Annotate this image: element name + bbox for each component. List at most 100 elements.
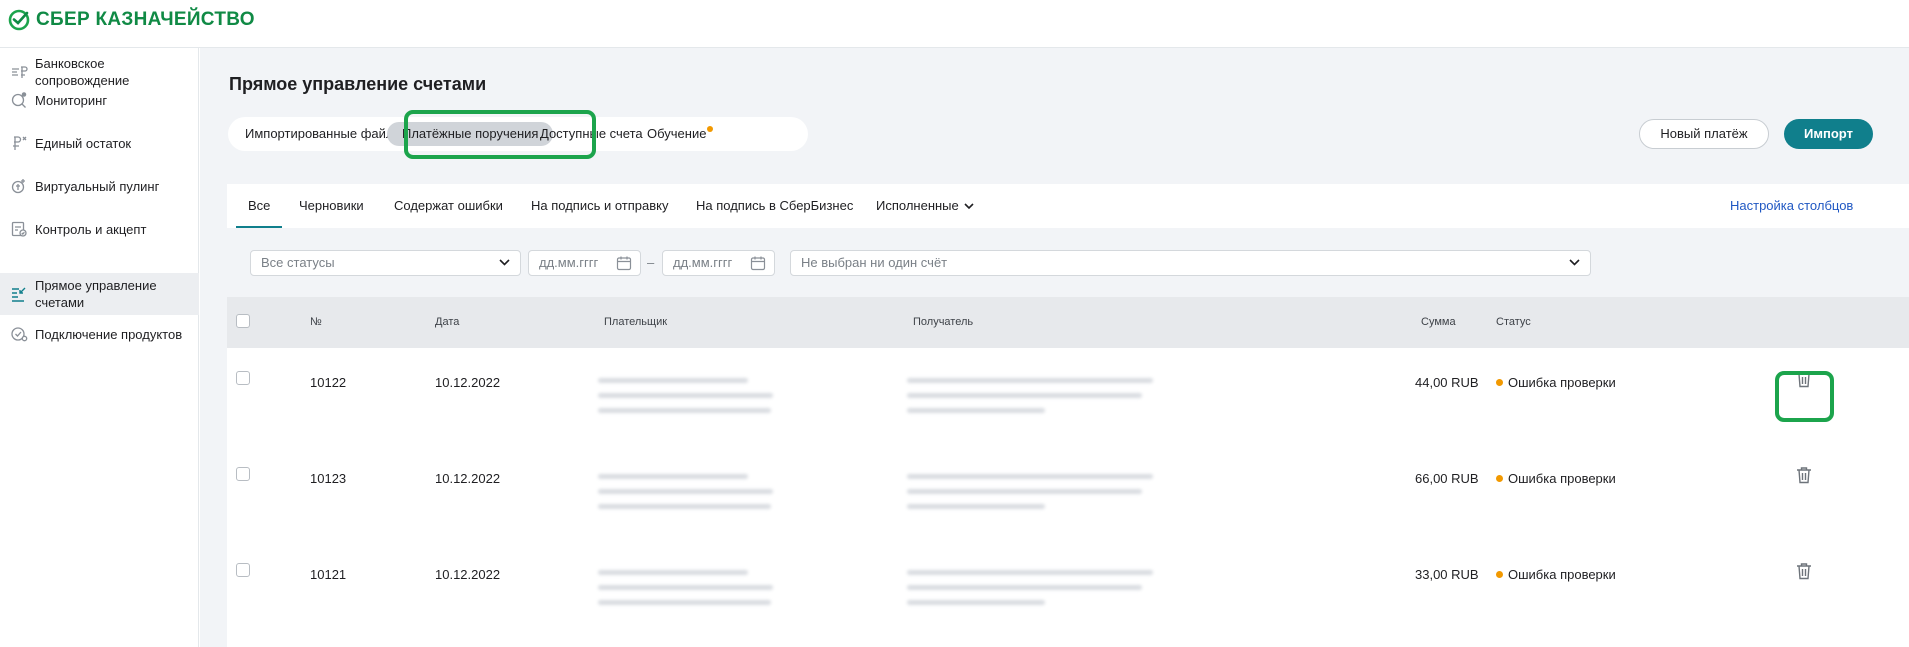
segment-available-accounts[interactable]: Доступные счета	[540, 117, 643, 151]
calendar-icon[interactable]	[750, 255, 766, 271]
status-select-value: Все статусы	[261, 255, 335, 270]
date-from-placeholder: дд.мм.гггг	[539, 255, 599, 270]
select-all-checkbox[interactable]	[236, 314, 250, 328]
sidebar-item-label: Мониторинг	[35, 93, 108, 108]
table-row[interactable]: 10122 10.12.2022 44,00 RUB Ошибка провер…	[227, 348, 1909, 444]
sidebar-item-direct-accounts[interactable]: Прямое управление счетами	[0, 273, 199, 315]
status-dot	[1496, 571, 1503, 578]
filters-bar: Все статусы дд.мм.гггг – дд.мм.гггг Не в…	[227, 228, 1909, 297]
payer-redacted	[598, 393, 773, 398]
tab-executed[interactable]: Исполненные	[876, 184, 974, 228]
sidebar-item-connect-products[interactable]: Подключение продуктов	[0, 324, 199, 344]
trash-icon	[1797, 467, 1811, 484]
row-checkbox[interactable]	[236, 371, 250, 385]
row-amount: 44,00 RUB	[1415, 375, 1479, 390]
tab-sign-sberbusiness[interactable]: На подпись в СберБизнес	[696, 184, 853, 228]
payer-redacted	[598, 489, 773, 494]
notification-dot	[707, 126, 714, 132]
tab-with-errors[interactable]: Содержат ошибки	[394, 184, 503, 228]
chevron-down-icon	[1569, 259, 1580, 266]
sidebar-item-virtual-pooling[interactable]: Виртуальный пулинг	[0, 176, 199, 196]
status-text: Ошибка проверки	[1508, 567, 1616, 582]
status-select[interactable]: Все статусы	[250, 250, 521, 276]
recipient-redacted	[907, 393, 1142, 398]
column-status: Статус	[1496, 316, 1531, 328]
new-payment-button[interactable]: Новый платёж	[1639, 119, 1769, 149]
status-dot	[1496, 475, 1503, 482]
recipient-redacted	[907, 408, 1045, 413]
payer-redacted	[598, 585, 773, 590]
brand-name: СБЕР КАЗНАЧЕЙСТВО	[36, 9, 255, 30]
payer-redacted	[598, 600, 771, 605]
segment-payment-orders[interactable]: Платёжные поручения	[387, 122, 554, 146]
sidebar-item-label: Единый остаток	[35, 136, 132, 151]
payer-redacted	[598, 504, 771, 509]
date-from-input[interactable]: дд.мм.гггг	[528, 250, 641, 276]
row-date: 10.12.2022	[435, 375, 501, 390]
virtual-pooling-icon	[10, 177, 28, 195]
date-to-input[interactable]: дд.мм.гггг	[662, 250, 775, 276]
table-row[interactable]: 10121 10.12.2022 33,00 RUB Ошибка провер…	[227, 540, 1909, 636]
delete-button[interactable]	[1794, 560, 1814, 582]
row-checkbox[interactable]	[236, 563, 250, 577]
tab-to-sign-send[interactable]: На подпись и отправку	[531, 184, 669, 228]
sber-logo[interactable]: СБЕР КАЗНАЧЕЙСТВО	[8, 8, 255, 32]
column-payer: Плательщик	[604, 316, 668, 328]
sidebar: Банковское сопровождение Мониторинг Един…	[0, 48, 199, 647]
monitoring-icon	[10, 91, 28, 109]
tab-all[interactable]: Все	[236, 184, 283, 228]
status-badge: Ошибка проверки	[1496, 567, 1616, 582]
recipient-redacted	[907, 570, 1153, 575]
bank-support-icon	[10, 63, 28, 81]
control-accept-icon	[10, 220, 28, 238]
payments-card: Все Черновики Содержат ошибки На подпись…	[227, 184, 1909, 647]
delete-button[interactable]	[1794, 368, 1814, 390]
delete-button[interactable]	[1794, 464, 1814, 486]
column-amount: Сумма	[1421, 316, 1456, 328]
payer-redacted	[598, 570, 748, 575]
tab-drafts[interactable]: Черновики	[299, 184, 364, 228]
segment-training[interactable]: Обучение	[647, 117, 714, 151]
status-tabs: Все Черновики Содержат ошибки На подпись…	[227, 184, 1909, 228]
row-number: 10121	[310, 567, 347, 582]
payer-redacted	[598, 474, 748, 479]
sidebar-item-label: Контроль и акцепт	[35, 222, 147, 237]
top-bar: СБЕР КАЗНАЧЕЙСТВО	[0, 0, 1909, 48]
row-amount: 66,00 RUB	[1415, 471, 1479, 486]
connect-products-icon	[10, 325, 28, 343]
sidebar-item-single-balance[interactable]: Единый остаток	[0, 133, 199, 153]
account-select-value: Не выбран ни один счёт	[801, 255, 948, 270]
import-button[interactable]: Импорт	[1784, 119, 1873, 149]
table-header: № Дата Плательщик Получатель Сумма Стату…	[227, 297, 1909, 348]
recipient-redacted	[907, 378, 1153, 383]
recipient-redacted	[907, 585, 1142, 590]
sidebar-item-label: Виртуальный пулинг	[35, 179, 160, 194]
configure-columns-link[interactable]: Настройка столбцов	[1730, 184, 1853, 228]
column-number: №	[310, 316, 322, 328]
recipient-redacted	[907, 600, 1045, 605]
row-date: 10.12.2022	[435, 471, 501, 486]
trash-icon	[1797, 563, 1811, 580]
payer-redacted	[598, 378, 748, 383]
row-checkbox[interactable]	[236, 467, 250, 481]
column-recipient: Получатель	[913, 316, 974, 328]
status-text: Ошибка проверки	[1508, 471, 1616, 486]
row-number: 10122	[310, 375, 347, 390]
single-balance-icon	[10, 134, 28, 152]
sidebar-item-label: Подключение продуктов	[35, 327, 183, 342]
section-switcher: Импортированные файлы Платёжные поручени…	[228, 117, 808, 151]
segment-imported-files[interactable]: Импортированные файлы	[245, 117, 403, 151]
calendar-icon[interactable]	[616, 255, 632, 271]
segment-training-label: Обучение	[647, 126, 707, 141]
tab-executed-label: Исполненные	[876, 198, 959, 213]
row-number: 10123	[310, 471, 347, 486]
status-badge: Ошибка проверки	[1496, 471, 1616, 486]
sidebar-item-control-accept[interactable]: Контроль и акцепт	[0, 219, 199, 239]
sidebar-item-monitoring[interactable]: Мониторинг	[0, 90, 199, 110]
sber-logo-icon	[8, 9, 30, 31]
account-select[interactable]: Не выбран ни один счёт	[790, 250, 1591, 276]
sidebar-item-label: Прямое управление счетами	[35, 278, 157, 310]
sidebar-item-bank-support[interactable]: Банковское сопровождение	[0, 52, 199, 92]
table-row[interactable]: 10123 10.12.2022 66,00 RUB Ошибка провер…	[227, 444, 1909, 540]
payer-redacted	[598, 408, 771, 413]
